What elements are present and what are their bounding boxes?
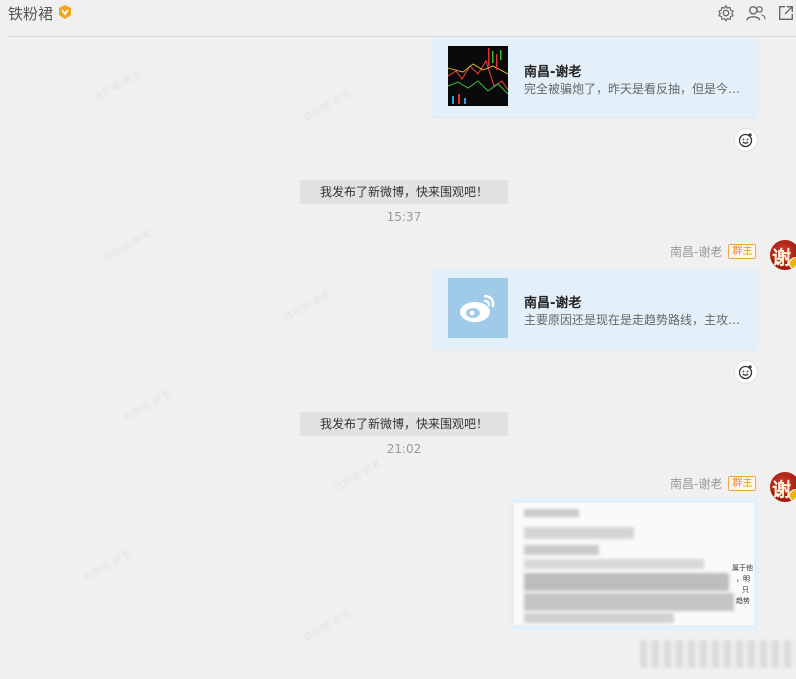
weibo-share-card[interactable]: 南昌-谢老 完全被骗炮了，昨天是看反抽，但是今天直接暴跌: [432, 37, 758, 117]
card-description: 完全被骗炮了，昨天是看反抽，但是今天直接暴跌: [524, 82, 746, 96]
card-thumbnail: [448, 278, 508, 338]
sender-avatar[interactable]: 谢: [770, 240, 796, 270]
avatar-glyph: 谢: [772, 247, 792, 269]
image-message[interactable]: 属于他 ，明 只 趋势: [509, 498, 759, 630]
reaction-button[interactable]: [734, 360, 758, 384]
sender-name: 南昌-谢老: [670, 477, 723, 491]
vip-badge-icon: [59, 5, 71, 19]
blurred-reaction-bar: [640, 640, 796, 668]
members-icon[interactable]: [746, 4, 766, 22]
system-message: 我发布了新微博，快来围观吧！: [300, 412, 508, 436]
timestamp: 15:37: [386, 210, 422, 224]
image-snippet: 趋势: [736, 597, 750, 605]
reaction-button[interactable]: [734, 128, 758, 152]
crown-icon: [789, 489, 796, 502]
popout-icon[interactable]: [777, 4, 795, 22]
timestamp: 21:02: [386, 442, 422, 456]
crown-icon: [789, 257, 796, 270]
card-title: 南昌-谢老: [524, 296, 582, 311]
emoji-add-icon: [738, 133, 753, 148]
sender-avatar[interactable]: 谢: [770, 472, 796, 502]
blurred-screenshot: 属于他 ，明 只 趋势: [514, 503, 754, 625]
image-snippet: 属于他: [732, 564, 753, 572]
weibo-logo-icon: [460, 294, 495, 322]
settings-icon[interactable]: [717, 4, 735, 22]
weibo-share-card[interactable]: 南昌-谢老 主要原因还是现在是走趋势路线，主攻方向没有变: [432, 268, 758, 350]
image-snippet: 只: [742, 586, 749, 594]
card-description: 主要原因还是现在是走趋势路线，主攻方向没有变: [524, 313, 746, 327]
avatar-glyph: 谢: [772, 479, 792, 501]
card-thumbnail: [448, 46, 508, 106]
image-snippet: ，明: [736, 575, 750, 583]
group-title: 铁粉裙: [8, 5, 54, 23]
card-title: 南昌-谢老: [524, 65, 582, 80]
group-owner-badge: 群主: [728, 476, 757, 491]
chat-header: 铁粉裙: [0, 0, 796, 36]
group-owner-badge: 群主: [728, 244, 757, 259]
system-message: 我发布了新微博，快来围观吧！: [300, 180, 508, 204]
sender-info: 南昌-谢老 群主: [670, 243, 757, 260]
message-list[interactable]: 铁粉裙·谢老 铁粉裙·谢老 铁粉裙·谢老 铁粉裙·谢老 铁粉裙·谢老 铁粉裙·谢…: [0, 37, 796, 679]
sender-info: 南昌-谢老 群主: [670, 475, 757, 492]
sender-name: 南昌-谢老: [670, 245, 723, 259]
emoji-add-icon: [738, 365, 753, 380]
